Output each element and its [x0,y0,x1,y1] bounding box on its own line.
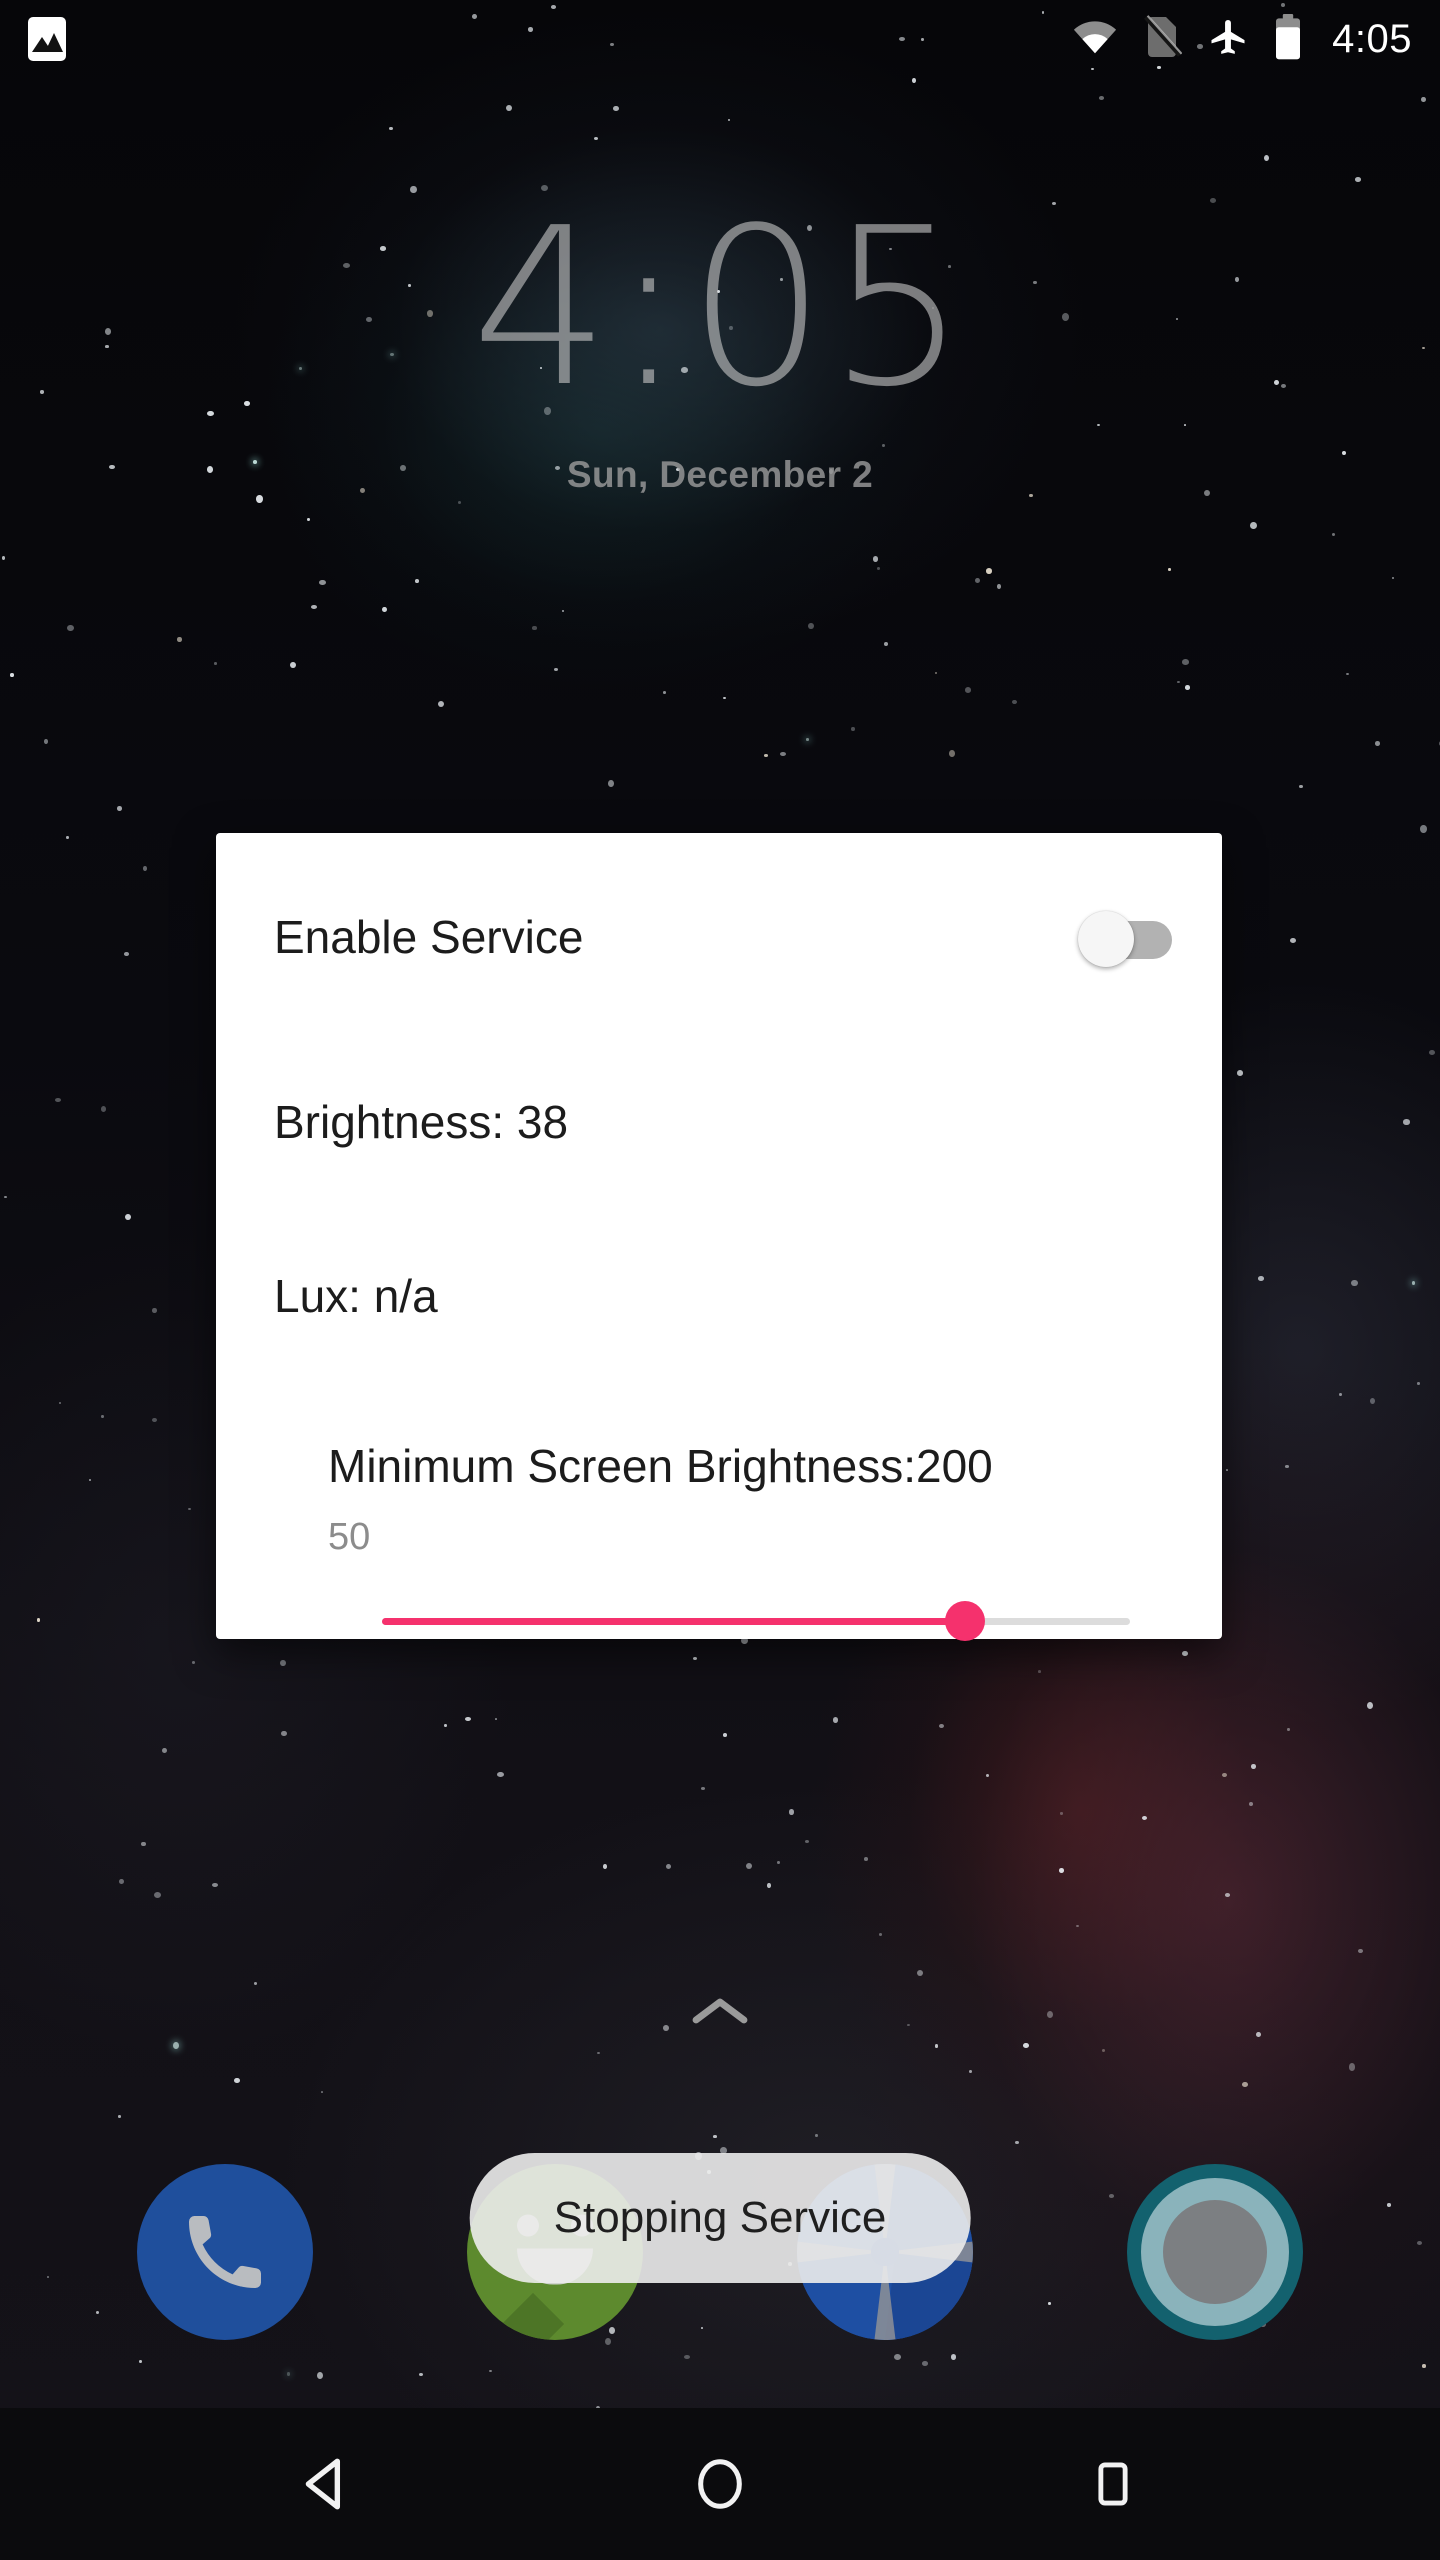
lux-readout: Lux: n/a [274,1270,438,1322]
toast-message: Stopping Service [553,2193,887,2242]
toast-notification: Stopping Service [469,2153,971,2283]
phone-icon [137,2164,313,2340]
phone-screen: 4:05 4:05 Sun, December 2 Enable Service… [0,0,1440,2560]
message-bubble-tail [501,2292,565,2340]
square-icon [1087,2458,1139,2510]
navigation-bar [0,2408,1440,2560]
camera-lens-icon [1163,2200,1267,2304]
slider-fill [382,1618,966,1625]
dock-app-camera[interactable] [1127,2164,1303,2340]
enable-service-label: Enable Service [274,911,584,963]
toggle-thumb [1078,911,1134,967]
chevron-up-icon [690,1994,750,2030]
enable-service-toggle[interactable] [1078,905,1172,969]
brightness-readout: Brightness: 38 [274,1096,569,1148]
app-drawer-handle[interactable] [690,1994,750,2030]
airplane-mode-icon [1206,15,1250,64]
sim-card-off-icon [1142,14,1183,64]
photo-icon [28,17,66,61]
status-bar-clock: 4:05 [1332,16,1412,61]
service-settings-dialog: Enable Service Brightness: 38 Lux: n/a M… [216,833,1222,1641]
battery-icon [1274,13,1302,65]
min-brightness-label: Minimum Screen Brightness:200 [328,1440,993,1492]
status-bar-left [28,17,66,61]
min-brightness-slider[interactable] [382,1601,1130,1641]
enable-service-row[interactable]: Enable Service [274,905,1172,969]
recents-button[interactable] [1053,2424,1173,2544]
home-button[interactable] [660,2424,780,2544]
slider-thumb[interactable] [945,1601,986,1641]
min-brightness-value: 50 [328,1516,371,1558]
back-button[interactable] [267,2424,387,2544]
circle-icon [691,2455,749,2513]
wifi-icon [1072,19,1118,60]
dock-app-phone[interactable] [137,2164,313,2340]
status-bar: 4:05 [0,0,1440,78]
status-bar-right: 4:05 [1072,13,1412,65]
triangle-left-icon [296,2453,358,2515]
